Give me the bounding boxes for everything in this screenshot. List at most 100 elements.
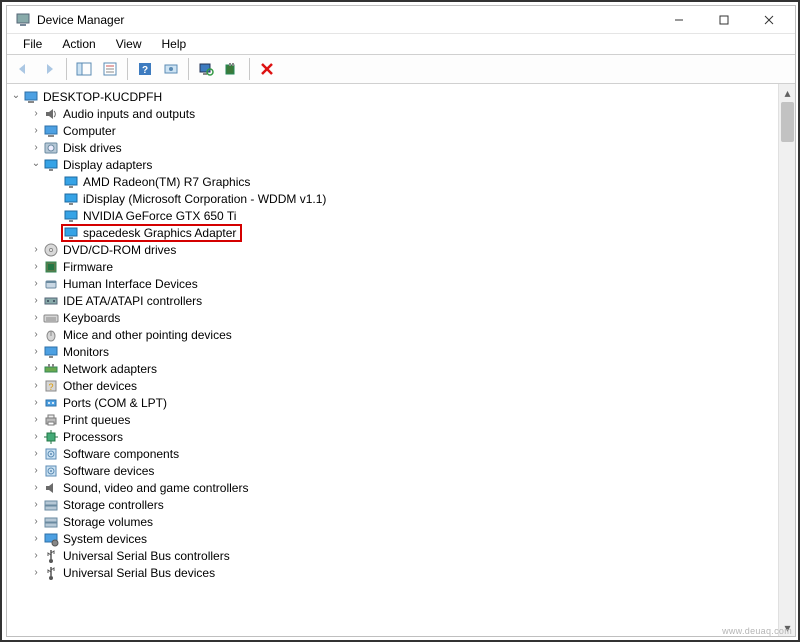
menu-view[interactable]: View xyxy=(106,35,152,53)
tree-category[interactable]: › Storage volumes xyxy=(9,513,778,530)
vertical-scrollbar[interactable]: ▴ ▾ xyxy=(778,84,795,636)
expander-icon[interactable]: › xyxy=(29,296,43,306)
usb-icon xyxy=(43,565,59,581)
expander-icon[interactable]: › xyxy=(29,262,43,272)
scroll-thumb[interactable] xyxy=(781,102,794,142)
tree-category[interactable]: ›Sound, video and game controllers xyxy=(9,479,778,496)
tree-category[interactable]: ›Mice and other pointing devices xyxy=(9,326,778,343)
expander-icon[interactable]: › xyxy=(29,245,43,255)
expander-icon[interactable]: › xyxy=(29,432,43,442)
tree-node-label: Ports (COM & LPT) xyxy=(63,396,167,410)
tree-category[interactable]: › Human Interface Devices xyxy=(9,275,778,292)
toolbar-forward-button[interactable] xyxy=(37,57,61,81)
expander-icon[interactable]: › xyxy=(29,126,43,136)
tree-category[interactable]: ›? Other devices xyxy=(9,377,778,394)
menu-file[interactable]: File xyxy=(13,35,52,53)
expander-icon[interactable]: › xyxy=(29,279,43,289)
tree-category[interactable]: ›Software devices xyxy=(9,462,778,479)
svg-text:?: ? xyxy=(48,382,53,392)
tree-device[interactable]: ·AMD Radeon(TM) R7 Graphics xyxy=(9,173,778,190)
expander-icon[interactable]: › xyxy=(29,551,43,561)
toolbar-add-legacy-button[interactable] xyxy=(220,57,244,81)
tree-category[interactable]: ›Processors xyxy=(9,428,778,445)
tree-category[interactable]: ›Audio inputs and outputs xyxy=(9,105,778,122)
menubar: File Action View Help xyxy=(7,34,795,54)
expander-icon[interactable]: › xyxy=(29,466,43,476)
toolbar: ? xyxy=(7,54,795,84)
menu-help[interactable]: Help xyxy=(152,35,197,53)
tree-node-label: Keyboards xyxy=(63,311,120,325)
toolbar-console-tree-button[interactable] xyxy=(72,57,96,81)
expander-icon[interactable]: ⌄ xyxy=(9,91,23,101)
tree-node-label: Storage controllers xyxy=(63,498,164,512)
expander-icon[interactable]: › xyxy=(29,109,43,119)
tree-node-label: Storage volumes xyxy=(63,515,153,529)
tree-category[interactable]: ›Computer xyxy=(9,122,778,139)
toolbar-properties-button[interactable] xyxy=(98,57,122,81)
toolbar-update-driver-button[interactable] xyxy=(159,57,183,81)
tree-node-label: Universal Serial Bus controllers xyxy=(63,549,230,563)
tree-category[interactable]: ›Disk drives xyxy=(9,139,778,156)
tree-device[interactable]: ·iDisplay (Microsoft Corporation - WDDM … xyxy=(9,190,778,207)
tree-category[interactable]: › Storage controllers xyxy=(9,496,778,513)
tree-category[interactable]: ⌄Display adapters xyxy=(9,156,778,173)
device-tree[interactable]: ⌄DESKTOP-KUCDPFH›Audio inputs and output… xyxy=(7,84,778,636)
computer-icon xyxy=(23,89,39,105)
toolbar-uninstall-button[interactable] xyxy=(255,57,279,81)
tree-category[interactable]: ›Universal Serial Bus devices xyxy=(9,564,778,581)
tree-node-label: NVIDIA GeForce GTX 650 Ti xyxy=(83,209,236,223)
tree-category[interactable]: › Software components xyxy=(9,445,778,462)
expander-icon[interactable]: › xyxy=(29,483,43,493)
display-icon xyxy=(63,225,79,241)
toolbar-separator xyxy=(127,58,128,80)
expander-icon[interactable]: › xyxy=(29,517,43,527)
window-title: Device Manager xyxy=(37,13,124,27)
tree-root[interactable]: ⌄DESKTOP-KUCDPFH xyxy=(9,88,778,105)
mouse-icon xyxy=(43,327,59,343)
tree-node-label: Other devices xyxy=(63,379,137,393)
disk-icon xyxy=(43,140,59,156)
menu-action[interactable]: Action xyxy=(52,35,105,53)
tree-category[interactable]: ›Monitors xyxy=(9,343,778,360)
expander-icon[interactable]: › xyxy=(29,500,43,510)
toolbar-scan-hardware-button[interactable] xyxy=(194,57,218,81)
tree-node-label: DVD/CD-ROM drives xyxy=(63,243,176,257)
toolbar-help-button[interactable]: ? xyxy=(133,57,157,81)
close-button[interactable] xyxy=(746,7,791,33)
sound-icon xyxy=(43,480,59,496)
expander-icon[interactable]: › xyxy=(29,415,43,425)
maximize-button[interactable] xyxy=(701,7,746,33)
tree-node-label: Software components xyxy=(63,447,179,461)
tree-category[interactable]: › Keyboards xyxy=(9,309,778,326)
tree-node-label: iDisplay (Microsoft Corporation - WDDM v… xyxy=(83,192,326,206)
expander-icon: · xyxy=(49,211,63,221)
expander-icon[interactable]: › xyxy=(29,347,43,357)
tree-category[interactable]: › System devices xyxy=(9,530,778,547)
scroll-up-arrow[interactable]: ▴ xyxy=(779,84,795,101)
tree-node-label: System devices xyxy=(63,532,147,546)
tree-category[interactable]: ›IDE ATA/ATAPI controllers xyxy=(9,292,778,309)
expander-icon[interactable]: › xyxy=(29,313,43,323)
expander-icon[interactable]: › xyxy=(29,330,43,340)
expander-icon[interactable]: › xyxy=(29,534,43,544)
expander-icon[interactable]: › xyxy=(29,381,43,391)
expander-icon[interactable]: › xyxy=(29,398,43,408)
tree-device[interactable]: ·spacedesk Graphics Adapter xyxy=(9,224,778,241)
expander-icon[interactable]: ⌄ xyxy=(29,159,43,169)
tree-device[interactable]: · NVIDIA GeForce GTX 650 Ti xyxy=(9,207,778,224)
tree-category[interactable]: › Universal Serial Bus controllers xyxy=(9,547,778,564)
tree-category[interactable]: › DVD/CD-ROM drives xyxy=(9,241,778,258)
device-manager-window: Device Manager File Action View Help ? xyxy=(6,5,796,637)
expander-icon[interactable]: › xyxy=(29,143,43,153)
tree-category[interactable]: ›Network adapters xyxy=(9,360,778,377)
toolbar-back-button[interactable] xyxy=(11,57,35,81)
tree-category[interactable]: ›Print queues xyxy=(9,411,778,428)
tree-category[interactable]: › Ports (COM & LPT) xyxy=(9,394,778,411)
tree-node-label: Human Interface Devices xyxy=(63,277,198,291)
tree-category[interactable]: ›Firmware xyxy=(9,258,778,275)
minimize-button[interactable] xyxy=(656,7,701,33)
highlighted-node: spacedesk Graphics Adapter xyxy=(61,224,242,242)
expander-icon[interactable]: › xyxy=(29,449,43,459)
expander-icon[interactable]: › xyxy=(29,568,43,578)
expander-icon[interactable]: › xyxy=(29,364,43,374)
